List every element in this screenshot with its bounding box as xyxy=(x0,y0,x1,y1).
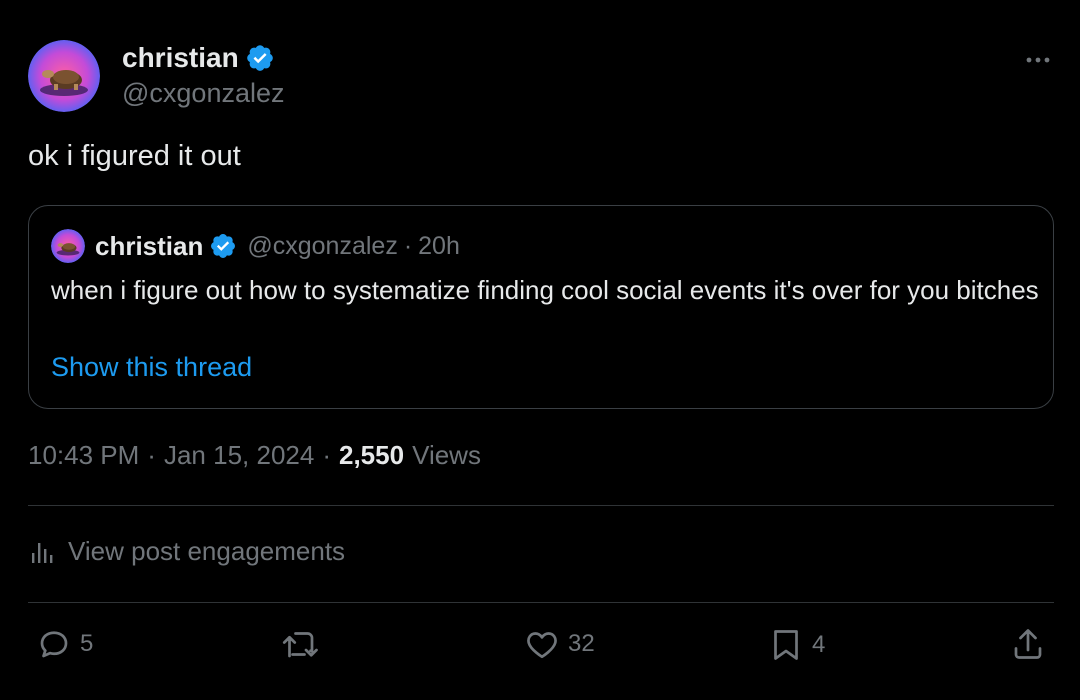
author-avatar[interactable] xyxy=(28,40,100,112)
divider xyxy=(28,602,1054,603)
tweet: christian @cxgonzalez ok i figured it ou… xyxy=(0,0,1080,700)
more-icon[interactable] xyxy=(1024,46,1052,74)
separator-dot: · xyxy=(403,231,413,260)
reply-icon xyxy=(40,631,68,658)
tweet-meta: 10:43 PM · Jan 15, 2024 · 2,550 Views xyxy=(28,440,481,471)
like-count: 32 xyxy=(568,630,595,657)
share-icon xyxy=(1014,629,1042,659)
view-engagements-button[interactable]: View post engagements xyxy=(30,536,345,567)
retweet-button[interactable] xyxy=(280,626,320,662)
tweet-date[interactable]: Jan 15, 2024 xyxy=(164,440,314,471)
author-name[interactable]: christian xyxy=(122,42,239,74)
quoted-author-avatar xyxy=(51,229,85,263)
divider xyxy=(28,505,1054,506)
reply-button[interactable]: 5 xyxy=(36,626,93,662)
retweet-icon xyxy=(282,632,318,658)
tweet-time[interactable]: 10:43 PM xyxy=(28,440,139,471)
bookmark-icon xyxy=(774,630,798,660)
quoted-author-handle: @cxgonzalez xyxy=(247,231,398,260)
like-button[interactable]: 32 xyxy=(524,626,595,662)
bookmark-button[interactable]: 4 xyxy=(768,626,825,664)
verified-badge-icon xyxy=(209,232,237,260)
views-count: 2,550 xyxy=(339,440,405,470)
share-button[interactable] xyxy=(1010,626,1046,662)
bookmark-count: 4 xyxy=(812,631,826,658)
heart-icon xyxy=(527,632,557,659)
views-label: Views xyxy=(412,440,481,470)
author-handle[interactable]: @cxgonzalez xyxy=(122,78,285,109)
quoted-author-name: christian xyxy=(95,230,204,261)
quoted-tweet-header: christian @cxgonzalez · 20h xyxy=(51,229,460,263)
author-name-row: christian xyxy=(122,40,275,76)
view-engagements-label: View post engagements xyxy=(68,536,346,566)
quoted-tweet-text: when i figure out how to systematize fin… xyxy=(51,275,1039,305)
analytics-icon xyxy=(32,542,53,563)
quoted-tweet[interactable]: christian @cxgonzalez · 20h when i figur… xyxy=(28,205,1054,409)
tweet-text: ok i figured it out xyxy=(28,140,241,172)
quoted-tweet-time: 20h xyxy=(418,231,460,260)
separator-dot: · xyxy=(147,440,156,470)
verified-badge-icon xyxy=(245,43,275,73)
separator-dot: · xyxy=(322,440,331,470)
reply-count: 5 xyxy=(80,630,94,657)
show-thread-link[interactable]: Show this thread xyxy=(51,352,252,383)
